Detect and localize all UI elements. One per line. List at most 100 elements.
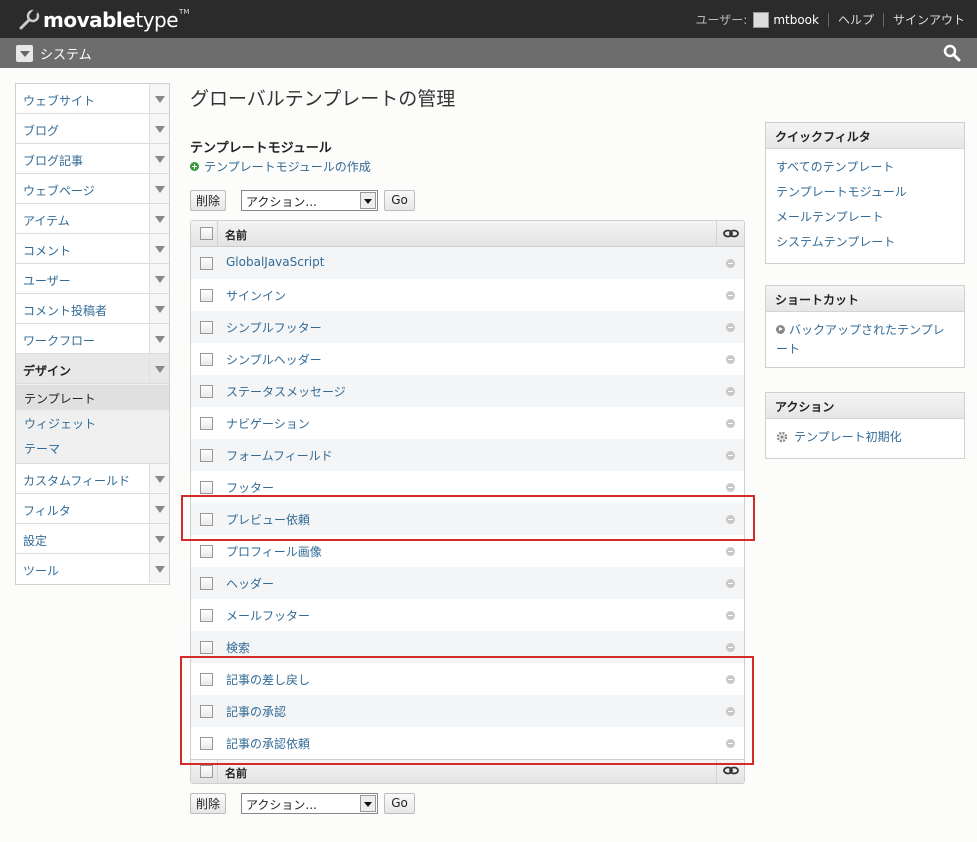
template-name-link[interactable]: 検索 (226, 639, 250, 656)
menu-item-blog[interactable]: ブログ (16, 114, 169, 144)
submenu-item-theme[interactable]: テーマ (16, 435, 169, 460)
column-footer-name[interactable]: 名前 (225, 765, 247, 781)
go-button-bottom[interactable]: Go (384, 792, 416, 814)
row-checkbox[interactable] (200, 641, 213, 654)
template-name-link[interactable]: GlobalJavaScript (226, 255, 324, 269)
delete-button-bottom[interactable]: 削除 (190, 792, 227, 814)
template-name-link[interactable]: シンプルフッター (226, 319, 322, 336)
chevron-down-icon[interactable] (149, 524, 169, 553)
chevron-down-icon[interactable] (149, 144, 169, 173)
row-checkbox[interactable] (200, 609, 213, 622)
filter-system-templates[interactable]: システムテンプレート (776, 230, 954, 255)
help-link[interactable]: ヘルプ (838, 11, 874, 28)
chevron-down-icon[interactable] (149, 174, 169, 203)
chevron-down-icon[interactable] (149, 204, 169, 233)
scope-title[interactable]: システム (40, 44, 92, 63)
chevron-down-icon[interactable] (149, 494, 169, 523)
delete-button[interactable]: 削除 (190, 189, 227, 211)
template-name-link[interactable]: 記事の承認依頼 (226, 735, 310, 752)
chevron-down-icon[interactable] (149, 114, 169, 143)
table-row: GlobalJavaScript (191, 247, 744, 279)
row-checkbox[interactable] (200, 481, 213, 494)
menu-item-workflow[interactable]: ワークフロー (16, 324, 169, 354)
action-select-bottom[interactable]: アクション... (241, 792, 379, 814)
template-table: 名前 GlobalJavaScript サインイン シンプルフッター シンプルヘ… (190, 220, 745, 784)
row-checkbox[interactable] (200, 737, 213, 750)
go-button[interactable]: Go (384, 189, 416, 211)
table-row: ナビゲーション (191, 407, 744, 439)
filter-all-templates[interactable]: すべてのテンプレート (776, 155, 954, 180)
menu-item-design[interactable]: デザイン (16, 354, 169, 384)
search-icon[interactable] (943, 44, 961, 62)
row-checkbox[interactable] (200, 449, 213, 462)
table-row: プロフィール画像 (191, 535, 744, 567)
row-checkbox[interactable] (200, 545, 213, 558)
template-name-link[interactable]: フッター (226, 479, 274, 496)
row-checkbox[interactable] (200, 353, 213, 366)
template-name-link[interactable]: フォームフィールド (226, 447, 333, 464)
avatar (753, 11, 770, 28)
brand-name: movabletype (43, 8, 179, 32)
template-name-link[interactable]: サインイン (226, 287, 286, 304)
row-checkbox[interactable] (200, 289, 213, 302)
shortcut-title: ショートカット (766, 286, 964, 312)
chevron-down-icon[interactable] (149, 234, 169, 263)
menu-item-entry[interactable]: ブログ記事 (16, 144, 169, 174)
trademark: TM (179, 8, 190, 16)
chevron-down-icon[interactable] (360, 794, 377, 812)
scope-bar: システム (0, 38, 977, 68)
table-row: 記事の承認 (191, 695, 744, 727)
menu-item-filter[interactable]: フィルタ (16, 494, 169, 524)
list-actions-top: 削除 アクション... Go (190, 189, 416, 211)
chevron-down-icon[interactable] (149, 264, 169, 293)
template-name-link[interactable]: ヘッダー (226, 575, 274, 592)
row-checkbox[interactable] (200, 673, 213, 686)
menu-item-tools[interactable]: ツール (16, 554, 169, 584)
chevron-down-icon[interactable] (149, 354, 169, 383)
filter-email-templates[interactable]: メールテンプレート (776, 205, 954, 230)
menu-item-webpage[interactable]: ウェブページ (16, 174, 169, 204)
select-all-checkbox[interactable] (200, 227, 213, 240)
template-name-link[interactable]: 記事の差し戻し (226, 671, 310, 688)
template-name-link[interactable]: シンプルヘッダー (226, 351, 322, 368)
menu-item-settings[interactable]: 設定 (16, 524, 169, 554)
chevron-down-icon[interactable] (149, 294, 169, 323)
row-checkbox[interactable] (200, 257, 213, 270)
select-all-checkbox-bottom[interactable] (200, 765, 213, 778)
movabletype-logo[interactable]: movabletype TM (18, 7, 189, 33)
template-name-link[interactable]: 記事の承認 (226, 703, 286, 720)
chevron-down-icon[interactable] (149, 464, 169, 493)
menu-item-customfield[interactable]: カスタムフィールド (16, 464, 169, 494)
chevron-down-icon[interactable] (149, 324, 169, 353)
chevron-down-icon[interactable] (149, 84, 169, 113)
action-select[interactable]: アクション... (241, 189, 379, 211)
row-checkbox[interactable] (200, 577, 213, 590)
scope-dropdown-icon[interactable] (16, 45, 33, 62)
template-name-link[interactable]: ステータスメッセージ (226, 383, 346, 400)
row-checkbox[interactable] (200, 417, 213, 430)
username-link[interactable]: mtbook (773, 13, 819, 27)
template-name-link[interactable]: ナビゲーション (226, 415, 310, 432)
menu-item-comment[interactable]: コメント (16, 234, 169, 264)
chevron-down-icon[interactable] (149, 554, 169, 583)
column-header-name[interactable]: 名前 (225, 227, 247, 243)
refresh-templates-link[interactable]: テンプレート初期化 (776, 425, 954, 450)
row-checkbox[interactable] (200, 321, 213, 334)
create-module-link[interactable]: テンプレートモジュールの作成 (190, 158, 371, 175)
filter-template-modules[interactable]: テンプレートモジュール (776, 180, 954, 205)
row-checkbox[interactable] (200, 385, 213, 398)
menu-item-user[interactable]: ユーザー (16, 264, 169, 294)
template-name-link[interactable]: メールフッター (226, 607, 310, 624)
chevron-down-icon[interactable] (360, 191, 377, 209)
submenu-item-template[interactable]: テンプレート (16, 385, 169, 410)
row-checkbox[interactable] (200, 513, 213, 526)
backup-templates-link[interactable]: バックアップされたテンプレート (776, 321, 954, 359)
menu-item-asset[interactable]: アイテム (16, 204, 169, 234)
submenu-item-widget[interactable]: ウィジェット (16, 410, 169, 435)
template-name-link[interactable]: プレビュー依頼 (226, 511, 310, 528)
template-name-link[interactable]: プロフィール画像 (226, 543, 322, 560)
menu-item-commenter[interactable]: コメント投稿者 (16, 294, 169, 324)
signout-link[interactable]: サインアウト (893, 11, 965, 28)
row-checkbox[interactable] (200, 705, 213, 718)
menu-item-website[interactable]: ウェブサイト (16, 84, 169, 114)
